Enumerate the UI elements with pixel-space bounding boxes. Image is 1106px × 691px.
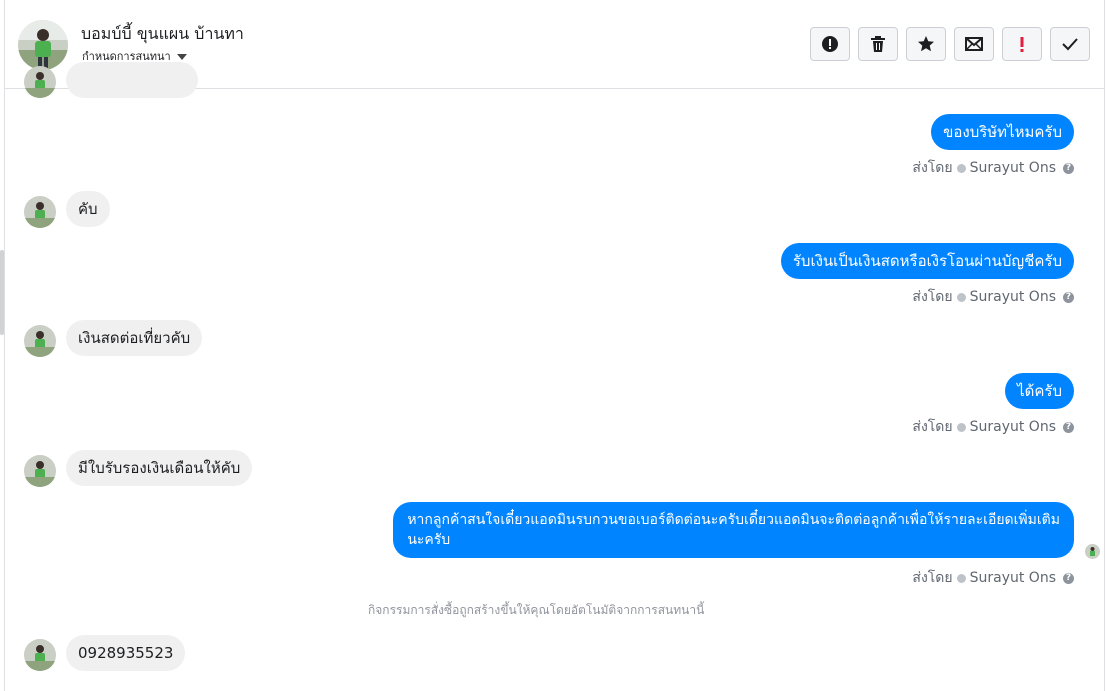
sent-by-prefix: ส่งโดย [912, 570, 953, 586]
incoming-message-bubble[interactable]: 0928935523 [66, 635, 186, 671]
checkmark-icon [1062, 38, 1078, 51]
star-icon [918, 36, 934, 52]
avatar[interactable] [18, 20, 68, 70]
red-exclamation-icon [1020, 37, 1024, 52]
help-icon[interactable]: ? [1063, 162, 1074, 174]
follow-up-button[interactable] [1002, 27, 1042, 61]
message-line: หากลูกค้าสนใจเดี๋ยวแอดมินรบกวนขอเบอร์ติด… [407, 512, 1060, 528]
sent-by-prefix: ส่งโดย [912, 160, 953, 176]
sent-by-label: ส่งโดย Surayut Ons ? [912, 567, 1074, 589]
sender-name[interactable]: Surayut Ons [970, 289, 1056, 305]
help-icon[interactable]: ? [1063, 572, 1074, 584]
verified-check-icon [956, 292, 966, 302]
outgoing-message-bubble[interactable]: ได้ครับ [1005, 373, 1074, 409]
incoming-message-bubble[interactable]: เงินสดต่อเที่ยวคับ [66, 320, 203, 356]
contact-avatar [24, 455, 56, 487]
sent-by-label: ส่งโดย Surayut Ons ? [912, 157, 1074, 179]
mark-done-button[interactable] [1050, 27, 1090, 61]
sender-name[interactable]: Surayut Ons [970, 570, 1056, 586]
sender-name[interactable]: Surayut Ons [970, 160, 1056, 176]
outgoing-message-bubble-multiline[interactable]: หากลูกค้าสนใจเดี๋ยวแอดมินรบกวนขอเบอร์ติด… [393, 502, 1074, 558]
contact-avatar [24, 325, 56, 357]
incoming-message-bubble[interactable]: คับ [66, 191, 110, 227]
verified-check-icon [956, 422, 966, 432]
mark-spam-button[interactable] [810, 27, 850, 61]
contact-avatar [24, 66, 56, 98]
contact-name: บอมบ์บี้ ขุนแผน บ้านทา [81, 24, 244, 43]
verified-check-icon [956, 573, 966, 583]
verified-check-icon [956, 163, 966, 173]
exclamation-circle-icon [822, 36, 838, 52]
sent-by-label: ส่งโดย Surayut Ons ? [912, 416, 1074, 438]
conversation-panel: บอมบ์บี้ ขุนแผน บ้านทา กำหนดการสนทนา ของ… [4, 0, 1105, 691]
sender-name[interactable]: Surayut Ons [970, 419, 1056, 435]
trash-icon [871, 36, 885, 52]
envelope-icon [965, 37, 983, 51]
header-actions [810, 27, 1090, 61]
incoming-message-bubble[interactable] [66, 62, 198, 98]
sent-by-prefix: ส่งโดย [912, 419, 953, 435]
sent-by-prefix: ส่งโดย [912, 289, 953, 305]
contact-avatar [24, 196, 56, 228]
system-note: กิจกรรมการสั่งซื้อถูกสร้างขึ้นให้คุณโดยอ… [368, 603, 705, 617]
seen-avatar [1085, 544, 1100, 559]
caret-down-icon [176, 53, 187, 60]
mark-unread-button[interactable] [954, 27, 994, 61]
help-icon[interactable]: ? [1063, 291, 1074, 303]
star-button[interactable] [906, 27, 946, 61]
delete-button[interactable] [858, 27, 898, 61]
incoming-message-bubble[interactable]: มีใบรับรองเงินเดือนให้คับ [66, 450, 253, 486]
message-thread[interactable]: ของบริษัทไหมครับ ส่งโดย Surayut Ons ? คั… [5, 62, 1104, 691]
contact-avatar [24, 639, 56, 671]
sent-by-label: ส่งโดย Surayut Ons ? [912, 286, 1074, 308]
outgoing-message-bubble[interactable]: ของบริษัทไหมครับ [931, 114, 1074, 150]
outgoing-message-bubble[interactable]: รับเงินเป็นเงินสดหรือเงิรโอนผ่านบัญชีครั… [780, 243, 1074, 279]
help-icon[interactable]: ? [1063, 421, 1074, 433]
message-line: นะครับ [407, 532, 451, 548]
